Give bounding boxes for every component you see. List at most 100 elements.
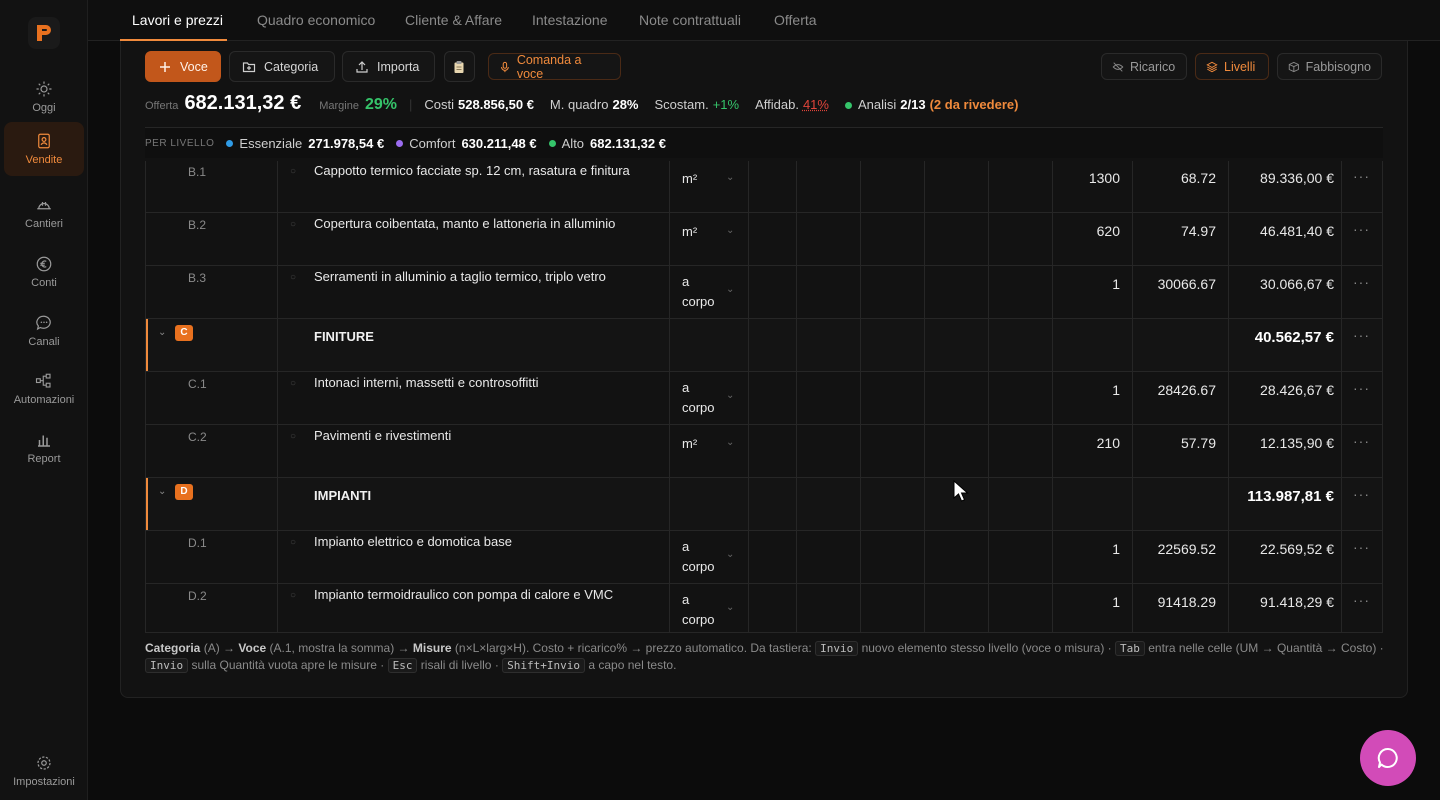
tab-cliente-affare[interactable]: Cliente & Affare bbox=[405, 0, 502, 41]
chevron-down-icon[interactable]: ⌄ bbox=[726, 172, 734, 183]
sidebar-item-automazioni[interactable]: Automazioni bbox=[4, 362, 84, 416]
item-handle-icon[interactable]: ○ bbox=[290, 537, 296, 548]
livelli-button[interactable]: Livelli bbox=[1195, 53, 1269, 80]
sidebar-item-canali[interactable]: Canali bbox=[4, 304, 84, 358]
item-handle-icon[interactable]: ○ bbox=[290, 219, 296, 230]
tab-offerta[interactable]: Offerta bbox=[774, 0, 817, 41]
analisi-note[interactable]: (2 da rivedere) bbox=[930, 97, 1019, 112]
column-divider bbox=[988, 425, 989, 477]
chevron-down-icon[interactable]: ⌄ bbox=[726, 225, 734, 236]
sidebar-item-conti[interactable]: Conti bbox=[4, 245, 84, 299]
category-row[interactable]: ⌄ C FINITURE 40.562,57 € ··· bbox=[146, 319, 1382, 372]
sidebar-item-impostazioni[interactable]: Impostazioni bbox=[4, 744, 84, 798]
table-row[interactable]: B.3 ○ Serramenti in alluminio a taglio ter… bbox=[146, 266, 1382, 319]
item-quantity[interactable]: 620 bbox=[1097, 223, 1120, 239]
item-quantity[interactable]: 1 bbox=[1112, 541, 1120, 557]
item-description[interactable]: Serramenti in alluminio a taglio termico… bbox=[314, 269, 606, 284]
item-quantity[interactable]: 1 bbox=[1112, 382, 1120, 398]
sidebar-item-cantieri[interactable]: Cantieri bbox=[4, 186, 84, 240]
item-description[interactable]: Impianto elettrico e domotica base bbox=[314, 534, 512, 549]
item-handle-icon[interactable]: ○ bbox=[290, 166, 296, 177]
category-row[interactable]: ⌄ D IMPIANTI 113.987,81 € ··· bbox=[146, 478, 1382, 531]
comanda-a-voce-button[interactable]: Comanda a voce bbox=[488, 53, 621, 81]
item-handle-icon[interactable]: ○ bbox=[290, 378, 296, 389]
chevron-down-icon[interactable]: ⌄ bbox=[726, 602, 734, 613]
um-select[interactable]: a corpo bbox=[682, 537, 722, 577]
column-divider bbox=[277, 266, 278, 318]
tab-intestazione[interactable]: Intestazione bbox=[532, 0, 608, 41]
um-select[interactable]: a corpo bbox=[682, 590, 722, 630]
more-options-icon[interactable]: ··· bbox=[1353, 274, 1370, 290]
more-options-icon[interactable]: ··· bbox=[1353, 433, 1370, 449]
item-description[interactable]: Cappotto termico facciate sp. 12 cm, ras… bbox=[314, 163, 630, 178]
item-quantity[interactable]: 1300 bbox=[1089, 170, 1120, 186]
column-divider bbox=[924, 425, 925, 477]
chat-button[interactable] bbox=[1360, 730, 1416, 786]
item-cost[interactable]: 22569.52 bbox=[1158, 541, 1216, 557]
tab-quadro-economico[interactable]: Quadro economico bbox=[257, 0, 375, 41]
chevron-down-icon[interactable]: ⌄ bbox=[726, 284, 734, 295]
table-row[interactable]: B.2 ○ Copertura coibentata, manto e latton… bbox=[146, 213, 1382, 266]
item-quantity[interactable]: 210 bbox=[1097, 435, 1120, 451]
sidebar-item-vendite[interactable]: Vendite bbox=[4, 122, 84, 176]
column-divider bbox=[860, 213, 861, 265]
item-cost[interactable]: 28426.67 bbox=[1158, 382, 1216, 398]
item-description[interactable]: Pavimenti e rivestimenti bbox=[314, 428, 451, 443]
column-divider bbox=[988, 161, 989, 212]
item-handle-icon[interactable]: ○ bbox=[290, 272, 296, 283]
table-row[interactable]: C.2 ○ Pavimenti e rivestimenti m² ⌄ 210 57.79 1… bbox=[146, 425, 1382, 478]
table-row[interactable]: C.1 ○ Intonaci interni, massetti e contros… bbox=[146, 372, 1382, 425]
add-voce-label: Voce bbox=[180, 59, 208, 74]
item-description[interactable]: Intonaci interni, massetti e controsoffi… bbox=[314, 375, 538, 390]
sidebar-item-oggi[interactable]: Oggi bbox=[4, 70, 84, 124]
add-voce-button[interactable]: Voce bbox=[145, 51, 221, 82]
category-title[interactable]: FINITURE bbox=[314, 329, 374, 344]
affidab-value[interactable]: 41% bbox=[803, 97, 829, 112]
item-cost[interactable]: 68.72 bbox=[1181, 170, 1216, 186]
collapse-chevron-icon[interactable]: ⌄ bbox=[158, 327, 166, 338]
collapse-chevron-icon[interactable]: ⌄ bbox=[158, 486, 166, 497]
ricarico-button[interactable]: Ricarico bbox=[1101, 53, 1187, 80]
item-cost[interactable]: 57.79 bbox=[1181, 435, 1216, 451]
more-options-icon[interactable]: ··· bbox=[1353, 592, 1370, 608]
category-title[interactable]: IMPIANTI bbox=[314, 488, 371, 503]
add-categoria-button[interactable]: Categoria bbox=[229, 51, 335, 82]
table-row[interactable]: D.1 ○ Impianto elettrico e domotica base a … bbox=[146, 531, 1382, 584]
column-divider bbox=[924, 372, 925, 424]
table-row[interactable]: B.1 ○ Cappotto termico facciate sp. 12 cm,… bbox=[146, 161, 1382, 213]
sidebar-item-report[interactable]: Report bbox=[4, 421, 84, 475]
tab-lavori-e-prezzi[interactable]: Lavori e prezzi bbox=[119, 0, 228, 41]
chevron-down-icon[interactable]: ⌄ bbox=[726, 549, 734, 560]
item-cost[interactable]: 74.97 bbox=[1181, 223, 1216, 239]
column-divider bbox=[669, 372, 670, 424]
item-handle-icon[interactable]: ○ bbox=[290, 590, 296, 601]
item-description[interactable]: Impianto termoidraulico con pompa di cal… bbox=[314, 587, 613, 602]
more-options-icon[interactable]: ··· bbox=[1353, 486, 1370, 502]
tab-note-contrattuali[interactable]: Note contrattuali bbox=[639, 0, 741, 41]
more-options-icon[interactable]: ··· bbox=[1353, 221, 1370, 237]
app-logo[interactable] bbox=[28, 17, 60, 49]
kbd-key: Invio bbox=[815, 641, 859, 656]
more-options-icon[interactable]: ··· bbox=[1353, 539, 1370, 555]
item-quantity[interactable]: 1 bbox=[1112, 594, 1120, 610]
table-row[interactable]: D.2 ○ Impianto termoidraulico con pompa di… bbox=[146, 584, 1382, 632]
clipboard-button[interactable] bbox=[444, 51, 475, 82]
um-select[interactable]: a corpo bbox=[682, 378, 722, 418]
chat-icon bbox=[36, 315, 51, 331]
more-options-icon[interactable]: ··· bbox=[1353, 380, 1370, 396]
importa-button[interactable]: Importa bbox=[342, 51, 435, 82]
item-cost[interactable]: 91418.29 bbox=[1158, 594, 1216, 610]
item-description[interactable]: Copertura coibentata, manto e lattoneria… bbox=[314, 216, 615, 231]
level-comfort-value: 630.211,48 € bbox=[461, 135, 537, 151]
fabbisogno-button[interactable]: Fabbisogno bbox=[1277, 53, 1382, 80]
more-options-icon[interactable]: ··· bbox=[1353, 168, 1370, 184]
item-handle-icon[interactable]: ○ bbox=[290, 431, 296, 442]
chevron-down-icon[interactable]: ⌄ bbox=[726, 437, 734, 448]
column-divider bbox=[1132, 584, 1133, 632]
item-quantity[interactable]: 1 bbox=[1112, 276, 1120, 292]
item-cost[interactable]: 30066.67 bbox=[1158, 276, 1216, 292]
more-options-icon[interactable]: ··· bbox=[1353, 327, 1370, 343]
chevron-down-icon[interactable]: ⌄ bbox=[726, 390, 734, 401]
um-select[interactable]: a corpo bbox=[682, 272, 722, 312]
column-divider bbox=[748, 319, 749, 371]
